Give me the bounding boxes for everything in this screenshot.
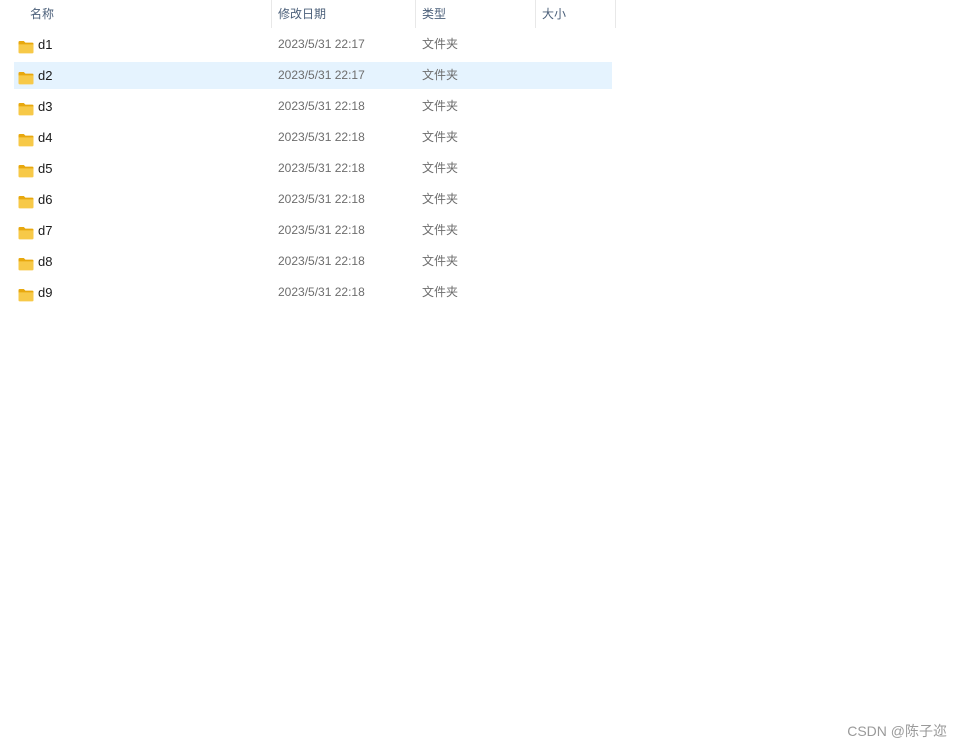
file-name: d1 — [38, 37, 53, 52]
file-type: 文件夹 — [422, 254, 459, 268]
column-header-size[interactable]: 大小 — [536, 0, 616, 28]
file-name: d5 — [38, 161, 53, 176]
file-type: 文件夹 — [422, 285, 459, 299]
column-header-type[interactable]: 类型 — [416, 0, 536, 28]
column-header-type-label: 类型 — [422, 7, 447, 21]
file-modified-date: 2023/5/31 22:18 — [278, 223, 365, 237]
file-row[interactable]: d6 2023/5/31 22:18 文件夹 — [14, 186, 612, 213]
folder-icon — [18, 285, 34, 302]
file-row[interactable]: d5 2023/5/31 22:18 文件夹 — [14, 155, 612, 182]
file-name: d2 — [38, 68, 53, 83]
file-name: d4 — [38, 130, 53, 145]
column-header-bar: 名称 ^ 修改日期 类型 大小 — [14, 0, 616, 28]
file-explorer: 名称 ^ 修改日期 类型 大小 d1 2023/5/31 22:17 文件夹 d2 20… — [0, 0, 963, 749]
file-modified-date: 2023/5/31 22:18 — [278, 130, 365, 144]
column-header-date[interactable]: 修改日期 — [272, 0, 416, 28]
file-row[interactable]: d1 2023/5/31 22:17 文件夹 — [14, 31, 612, 58]
folder-icon — [18, 37, 34, 54]
column-header-name[interactable]: 名称 ^ — [14, 0, 272, 28]
file-list: d1 2023/5/31 22:17 文件夹 d2 2023/5/31 22:17 文件夹… — [14, 31, 612, 310]
file-row[interactable]: d7 2023/5/31 22:18 文件夹 — [14, 217, 612, 244]
file-name: d9 — [38, 285, 53, 300]
folder-icon — [18, 99, 34, 116]
file-name: d3 — [38, 99, 53, 114]
folder-icon — [18, 161, 34, 178]
file-modified-date: 2023/5/31 22:17 — [278, 68, 365, 82]
column-header-date-label: 修改日期 — [278, 7, 327, 21]
file-row[interactable]: d2 2023/5/31 22:17 文件夹 — [14, 62, 612, 89]
file-name: d7 — [38, 223, 53, 238]
folder-icon — [18, 130, 34, 147]
file-row[interactable]: d3 2023/5/31 22:18 文件夹 — [14, 93, 612, 120]
folder-icon — [18, 223, 34, 240]
file-modified-date: 2023/5/31 22:18 — [278, 254, 365, 268]
column-header-name-label: 名称 — [30, 7, 55, 21]
file-type: 文件夹 — [422, 130, 459, 144]
file-modified-date: 2023/5/31 22:18 — [278, 99, 365, 113]
file-modified-date: 2023/5/31 22:17 — [278, 37, 365, 51]
folder-icon — [18, 68, 34, 85]
file-type: 文件夹 — [422, 192, 459, 206]
folder-icon — [18, 254, 34, 271]
file-type: 文件夹 — [422, 223, 459, 237]
file-type: 文件夹 — [422, 37, 459, 51]
file-row[interactable]: d9 2023/5/31 22:18 文件夹 — [14, 279, 612, 306]
file-type: 文件夹 — [422, 161, 459, 175]
file-modified-date: 2023/5/31 22:18 — [278, 192, 365, 206]
file-type: 文件夹 — [422, 99, 459, 113]
file-row[interactable]: d4 2023/5/31 22:18 文件夹 — [14, 124, 612, 151]
folder-icon — [18, 192, 34, 209]
column-header-size-label: 大小 — [542, 7, 567, 21]
sort-ascending-icon: ^ — [142, 0, 154, 5]
file-type: 文件夹 — [422, 68, 459, 82]
file-row[interactable]: d8 2023/5/31 22:18 文件夹 — [14, 248, 612, 275]
watermark: CSDN @陈子迩 — [847, 723, 947, 739]
file-modified-date: 2023/5/31 22:18 — [278, 161, 365, 175]
file-modified-date: 2023/5/31 22:18 — [278, 285, 365, 299]
file-name: d6 — [38, 192, 53, 207]
file-name: d8 — [38, 254, 53, 269]
